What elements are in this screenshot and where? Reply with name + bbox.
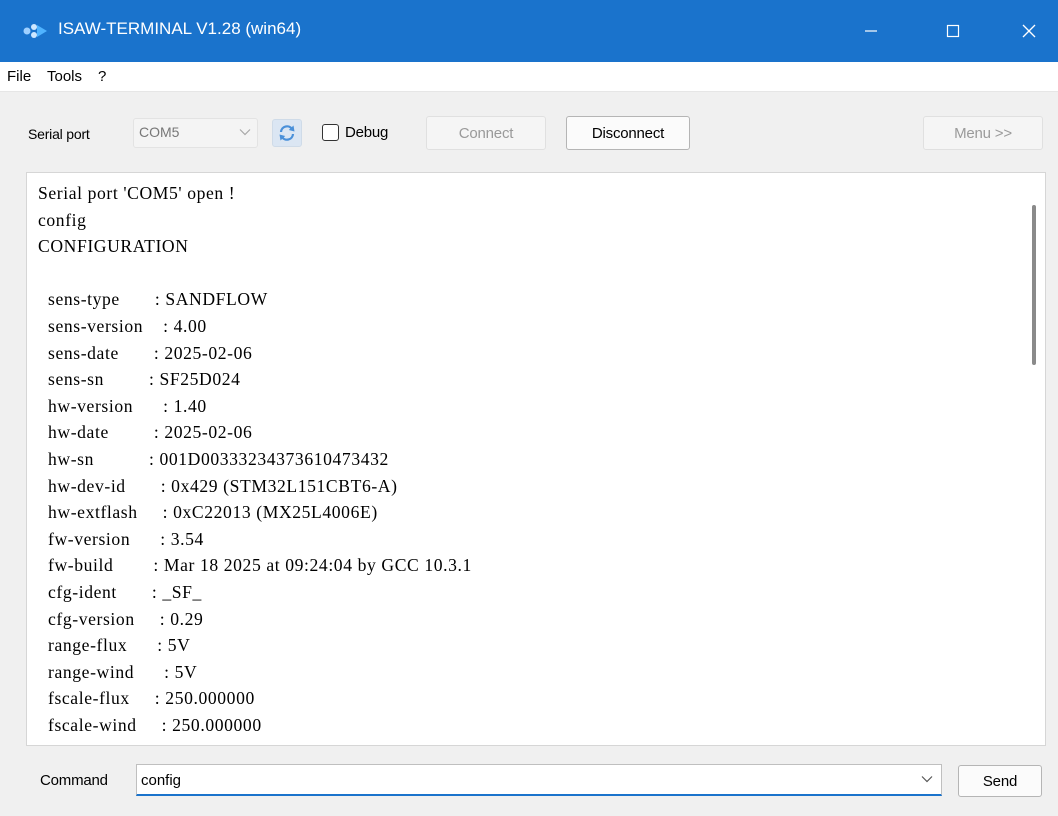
debug-label: Debug (345, 124, 389, 141)
minimize-button[interactable] (842, 0, 900, 62)
console-line: hw-extflash : 0xC22013 (MX25L4006E) (38, 502, 378, 523)
app-logo-icon (23, 24, 47, 38)
console-line: hw-version : 1.40 (38, 395, 207, 416)
command-bar: Command Send (0, 748, 1058, 816)
connect-button[interactable]: Connect (426, 116, 546, 150)
console-line: sens-version : 4.00 (38, 316, 207, 336)
console-line: range-wind : 5V (38, 661, 198, 682)
console-line: hw-date : 2025-02-06 (38, 422, 253, 443)
disconnect-button[interactable]: Disconnect (566, 116, 690, 150)
console-line: fw-build : Mar 18 2025 at 09:24:04 by GC… (38, 555, 472, 576)
menu-toggle-button[interactable]: Menu >> (923, 116, 1043, 150)
title-bar: ISAW-TERMINAL V1.28 (win64) (0, 0, 1058, 62)
console-line: hw-sn : 001D00333234373610473432 (38, 449, 389, 469)
command-label: Command (40, 772, 108, 789)
maximize-icon (946, 24, 960, 38)
menu-file[interactable]: File (7, 68, 31, 85)
refresh-icon (279, 125, 295, 141)
menu-bar: File Tools ? (0, 62, 1058, 92)
console-line: sens-sn : SF25D024 (38, 369, 241, 390)
chevron-down-icon[interactable] (921, 775, 933, 783)
console-line: CONFIGURATION (38, 236, 189, 257)
console-line: config (38, 209, 87, 230)
chevron-down-icon (239, 129, 251, 136)
console-line: range-flux : 5V (38, 635, 191, 656)
console-line: fscale-flux : 250.000000 (38, 688, 255, 709)
command-input[interactable] (141, 768, 911, 792)
close-button[interactable] (1000, 0, 1058, 62)
scrollbar-thumb[interactable] (1032, 205, 1036, 365)
serial-port-select[interactable]: COM5 (133, 118, 258, 148)
maximize-button[interactable] (924, 0, 982, 62)
console-line: fw-version : 3.54 (38, 528, 204, 549)
serial-port-label: Serial port (28, 126, 90, 142)
window-title: ISAW-TERMINAL V1.28 (win64) (58, 19, 302, 38)
console-line: Serial port 'COM5' open ! (38, 183, 236, 203)
console-line: sens-type : SANDFLOW (38, 289, 268, 310)
minimize-icon (865, 30, 877, 32)
serial-port-value: COM5 (139, 124, 180, 140)
send-button[interactable]: Send (958, 765, 1042, 797)
console-scrollbar[interactable] (1023, 173, 1045, 745)
console-line: cfg-version : 0.29 (38, 608, 204, 629)
command-combobox[interactable] (136, 764, 942, 796)
console-line: sens-date : 2025-02-06 (38, 342, 253, 363)
console-line: hw-dev-id : 0x429 (STM32L151CBT6-A) (38, 475, 398, 496)
close-icon (1022, 24, 1036, 38)
console-line: fscale-wind : 250.000000 (38, 715, 262, 735)
debug-checkbox[interactable] (322, 124, 339, 141)
console-line: cfg-ident : _SF_ (38, 582, 202, 602)
refresh-button[interactable] (272, 119, 302, 147)
toolbar: Serial port COM5 Debug Connect Disconnec… (0, 92, 1058, 170)
menu-help[interactable]: ? (98, 68, 106, 85)
console-output[interactable]: Serial port 'COM5' open ! config CONFIGURA… (26, 172, 1046, 746)
menu-tools[interactable]: Tools (47, 68, 82, 85)
